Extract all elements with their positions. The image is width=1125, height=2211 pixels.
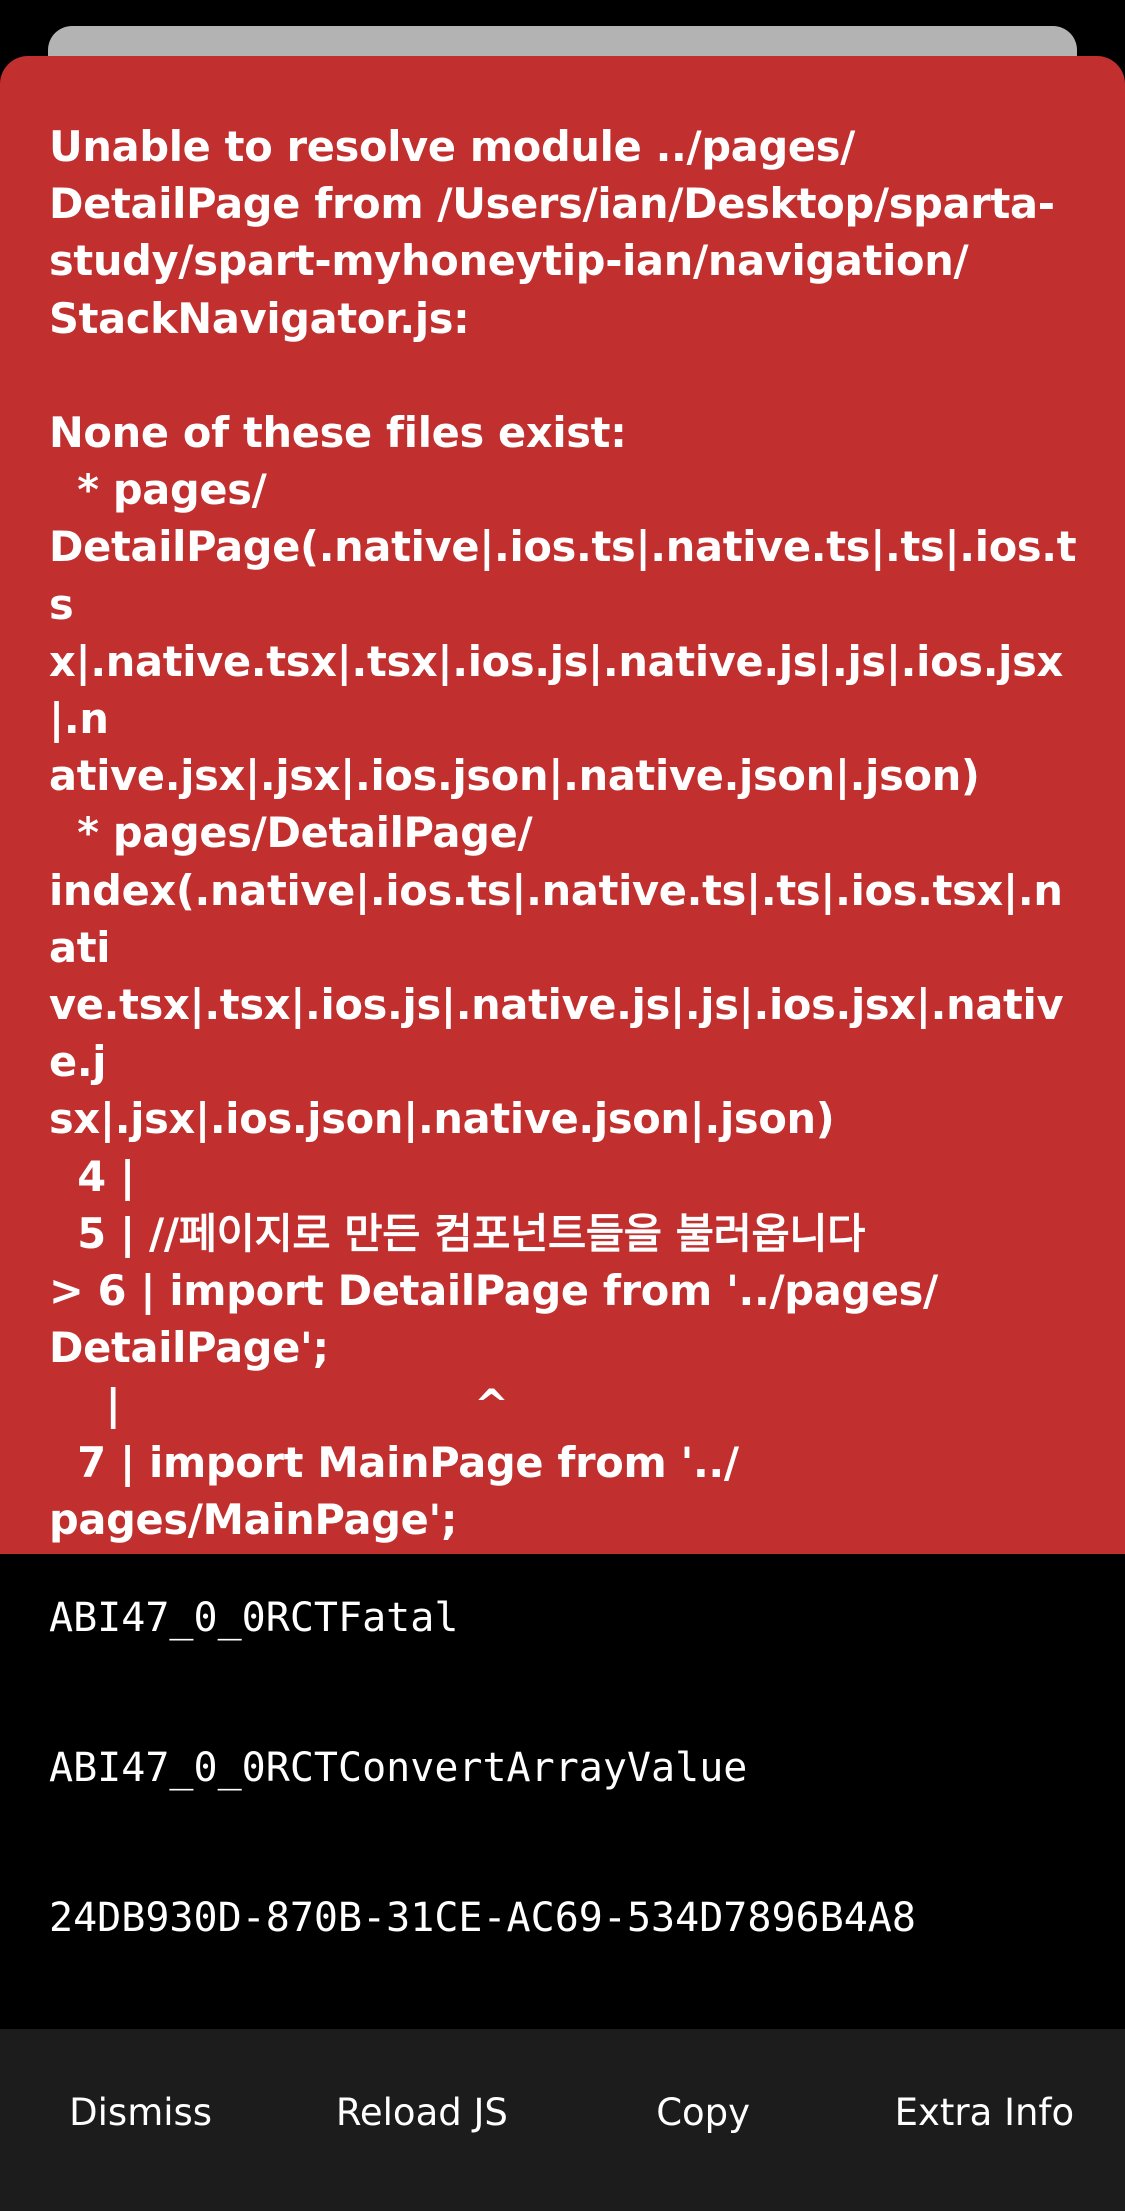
reload-js-button[interactable]: Reload JS: [281, 2029, 562, 2211]
dismiss-button[interactable]: Dismiss: [0, 2029, 281, 2211]
stack-frame[interactable]: ABI47_0_0RCTConvertArrayValue: [49, 1744, 747, 1792]
stack-frame[interactable]: 24DB930D-870B-31CE-AC69-534D7896B4A8: [49, 1894, 916, 1942]
error-message: Unable to resolve module ../pages/ Detai…: [49, 122, 1077, 1715]
extra-info-button[interactable]: Extra Info: [844, 2029, 1125, 2211]
copy-button[interactable]: Copy: [563, 2029, 844, 2211]
redbox-footer: Dismiss Reload JS Copy Extra Info: [0, 2029, 1125, 2211]
stack-frame[interactable]: ABI47_0_0RCTFatal: [49, 1594, 458, 1642]
call-stack[interactable]: ABI47_0_0RCTFatal ABI47_0_0RCTConvertArr…: [0, 1554, 1125, 2029]
redbox-error-sheet: Unable to resolve module ../pages/ Detai…: [0, 56, 1125, 2211]
